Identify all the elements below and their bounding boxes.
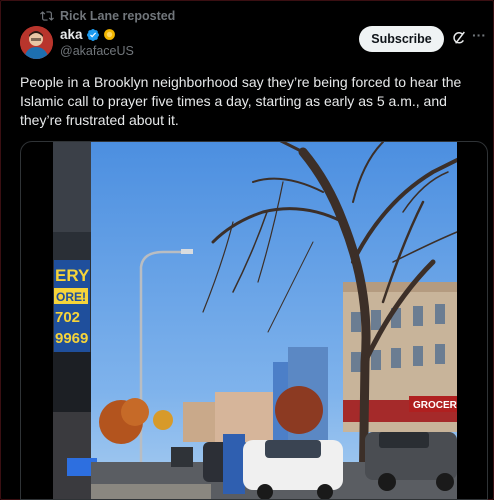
storefront-text-2: ORE! [56, 290, 86, 304]
video-thumbnail: ERY ORE! 702 9969 GROCERY [53, 142, 457, 499]
author-name[interactable]: aka [60, 27, 83, 42]
author-name-row[interactable]: aka [60, 27, 116, 42]
media-video[interactable]: ERY ORE! 702 9969 GROCERY [20, 141, 488, 500]
grocery-sign: GROCERY [413, 400, 457, 411]
repost-text: Rick Lane reposted [60, 9, 176, 23]
repost-icon [40, 11, 54, 21]
avatar[interactable] [20, 26, 53, 59]
repost-header[interactable]: Rick Lane reposted [40, 8, 175, 24]
author-handle[interactable]: @akafaceUS [60, 44, 134, 58]
grok-icon[interactable] [451, 30, 467, 46]
gold-badge-icon [103, 29, 115, 40]
tweet-text: People in a Brooklyn neighborhood say th… [20, 74, 462, 128]
storefront-text-4: 9969 [55, 330, 88, 347]
storefront-text-1: ERY [55, 266, 90, 285]
more-icon[interactable]: ··· [472, 28, 488, 48]
subscribe-button[interactable]: Subscribe [359, 26, 444, 52]
verified-badge-icon [86, 28, 99, 41]
avatar-image [20, 26, 53, 59]
storefront-text-3: 702 [55, 309, 80, 326]
